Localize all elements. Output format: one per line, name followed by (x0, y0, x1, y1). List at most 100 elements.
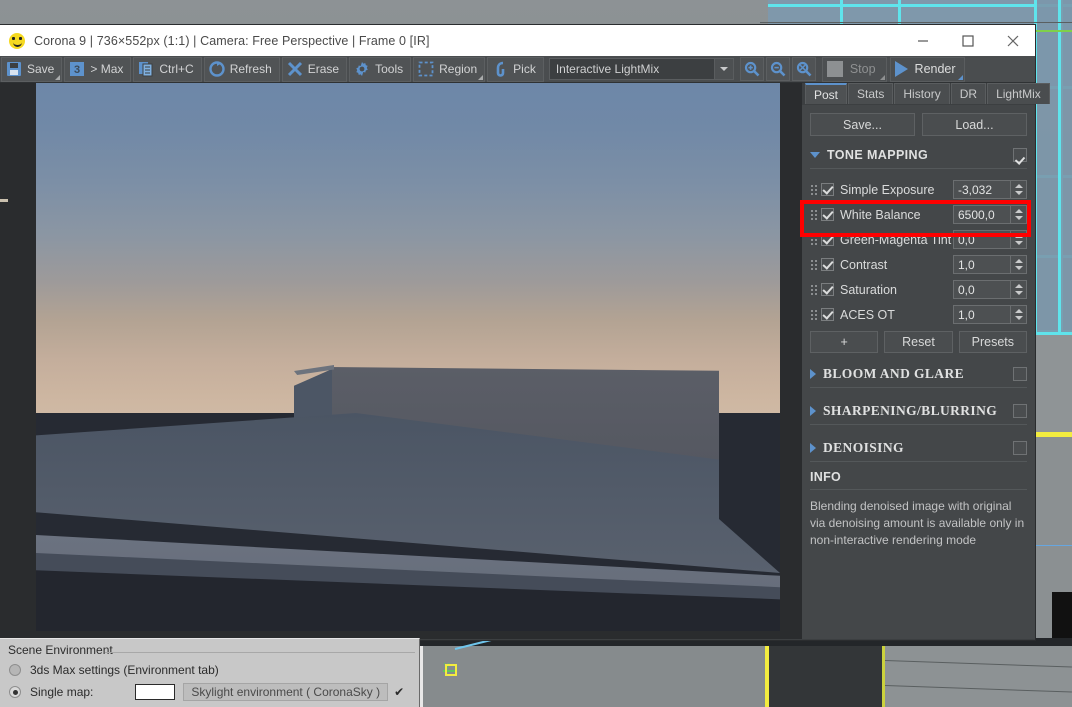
x-cross-icon (287, 61, 302, 77)
drag-handle-icon[interactable] (810, 209, 818, 221)
scene-environment-group-label: Scene Environment (8, 643, 113, 657)
tone-row-contrast[interactable]: Contrast 1,0 (810, 254, 1027, 275)
spinner-arrows-icon[interactable] (1011, 205, 1027, 224)
radio-single-map[interactable] (9, 686, 21, 698)
spinner-arrows-icon[interactable] (1011, 305, 1027, 324)
simple-exposure-checkbox[interactable] (821, 183, 834, 196)
presets-button[interactable]: Presets (958, 331, 1027, 353)
tab-lightmix-label: LightMix (996, 87, 1041, 101)
contrast-spinner[interactable]: 1,0 (953, 255, 1027, 274)
denoising-enable-checkbox[interactable] (1013, 441, 1027, 455)
close-icon[interactable] (990, 25, 1035, 56)
tone-row-white-balance[interactable]: White Balance 6500,0 (810, 204, 1027, 225)
sharpening-blurring-title: SHARPENING/BLURRING (823, 403, 998, 418)
option-3ds-max-settings-label: 3ds Max settings (Environment tab) (30, 663, 219, 677)
load-preset-button[interactable]: Load... (922, 113, 1027, 136)
pick-button[interactable]: Pick (487, 56, 544, 82)
tab-stats[interactable]: Stats (848, 83, 894, 104)
tab-dr[interactable]: DR (950, 83, 987, 104)
sharpening-blurring-enable-checkbox[interactable] (1013, 404, 1027, 418)
tone-row-aces-ot[interactable]: ACES OT 1,0 (810, 304, 1027, 325)
tone-row-simple-exposure[interactable]: Simple Exposure -3,032 (810, 179, 1027, 200)
refresh-button[interactable]: Refresh (203, 56, 280, 82)
erase-button[interactable]: Erase (281, 56, 348, 82)
tab-lightmix[interactable]: LightMix (987, 83, 1050, 104)
to-max-button[interactable]: 3 > Max (64, 56, 132, 82)
scene-environment-dialog: Scene Environment 3ds Max settings (Envi… (0, 638, 420, 707)
tab-post[interactable]: Post (805, 83, 848, 104)
tone-row-saturation[interactable]: Saturation 0,0 (810, 279, 1027, 300)
aces-ot-checkbox[interactable] (821, 308, 834, 321)
white-balance-spinner[interactable]: 6500,0 (953, 205, 1027, 224)
maximize-icon[interactable] (945, 25, 990, 56)
spinner-arrows-icon[interactable] (1011, 180, 1027, 199)
tab-history[interactable]: History (894, 83, 950, 104)
contrast-value[interactable]: 1,0 (953, 255, 1011, 274)
spinner-arrows-icon[interactable] (1011, 230, 1027, 249)
stop-button[interactable]: Stop (821, 56, 887, 82)
lightmix-mode-select[interactable]: Interactive LightMix (548, 58, 734, 80)
vfb-toolbar: Save 3 > Max Ctrl+C Refresh Erase Tools … (0, 56, 1035, 83)
add-operator-label: + (840, 335, 848, 349)
rendered-image[interactable] (36, 83, 780, 631)
divider (810, 489, 1027, 490)
simple-exposure-label: Simple Exposure (840, 182, 935, 197)
green-magenta-tint-spinner[interactable]: 0,0 (953, 230, 1027, 249)
drag-handle-icon[interactable] (810, 284, 818, 296)
bloom-and-glare-enable-checkbox[interactable] (1013, 367, 1027, 381)
tone-row-green-magenta-tint[interactable]: Green-Magenta Tint 0,0 (810, 229, 1027, 250)
radio-3ds-max-settings[interactable] (9, 664, 21, 676)
window-titlebar: Corona 9 | 736×552px (1:1) | Camera: Fre… (0, 25, 1035, 56)
zoom-fit-icon[interactable] (791, 57, 816, 81)
green-magenta-tint-value[interactable]: 0,0 (953, 230, 1011, 249)
viewport-edge-line (760, 22, 1072, 23)
white-balance-checkbox[interactable] (821, 208, 834, 221)
white-balance-value[interactable]: 6500,0 (953, 205, 1011, 224)
bloom-and-glare-header[interactable]: BLOOM AND GLARE (810, 364, 1027, 384)
divider (810, 168, 1027, 169)
option-single-map[interactable]: Single map: Skylight environment ( Coron… (0, 681, 419, 703)
reset-button[interactable]: Reset (884, 331, 953, 353)
copy-button[interactable]: Ctrl+C (133, 56, 202, 82)
tone-mapping-header[interactable]: TONE MAPPING (810, 145, 1027, 165)
tools-button[interactable]: Tools (349, 56, 412, 82)
minimize-icon[interactable] (900, 25, 945, 56)
render-image-area[interactable] (0, 83, 802, 639)
drag-handle-icon[interactable] (810, 184, 818, 196)
drag-handle-icon[interactable] (810, 259, 818, 271)
drag-handle-icon[interactable] (810, 234, 818, 246)
save-button[interactable]: Save (1, 56, 63, 82)
chevron-down-icon[interactable] (713, 59, 733, 79)
saturation-checkbox[interactable] (821, 283, 834, 296)
chevron-down-icon[interactable] (810, 152, 820, 158)
green-magenta-tint-checkbox[interactable] (821, 233, 834, 246)
render-button[interactable]: Render (889, 56, 965, 82)
map-slot-button[interactable]: Skylight environment ( CoronaSky ) (183, 683, 389, 701)
drag-handle-icon[interactable] (810, 309, 818, 321)
aces-ot-spinner[interactable]: 1,0 (953, 305, 1027, 324)
tone-mapping-actions: + Reset Presets (810, 331, 1027, 353)
option-3ds-max-settings[interactable]: 3ds Max settings (Environment tab) (0, 659, 419, 681)
aces-ot-value[interactable]: 1,0 (953, 305, 1011, 324)
tone-mapping-enable-checkbox[interactable] (1013, 148, 1027, 162)
chevron-right-icon[interactable] (810, 443, 816, 453)
saturation-value[interactable]: 0,0 (953, 280, 1011, 299)
region-button[interactable]: Region (413, 56, 486, 82)
zoom-in-icon[interactable] (739, 57, 764, 81)
saturation-spinner[interactable]: 0,0 (953, 280, 1027, 299)
denoising-header[interactable]: DENOISING (810, 438, 1027, 458)
chevron-right-icon[interactable] (810, 369, 816, 379)
checkmark-icon[interactable]: ✔ (394, 685, 404, 699)
spinner-arrows-icon[interactable] (1011, 280, 1027, 299)
zoom-out-icon[interactable] (765, 57, 790, 81)
color-swatch[interactable] (135, 684, 176, 700)
save-preset-button[interactable]: Save... (810, 113, 915, 136)
simple-exposure-value[interactable]: -3,032 (953, 180, 1011, 199)
contrast-checkbox[interactable] (821, 258, 834, 271)
sharpening-blurring-header[interactable]: SHARPENING/BLURRING (810, 401, 1027, 421)
spinner-arrows-icon[interactable] (1011, 255, 1027, 274)
viewport-wire-h (768, 4, 1072, 7)
add-operator-button[interactable]: + (810, 331, 879, 353)
chevron-right-icon[interactable] (810, 406, 816, 416)
simple-exposure-spinner[interactable]: -3,032 (953, 180, 1027, 199)
